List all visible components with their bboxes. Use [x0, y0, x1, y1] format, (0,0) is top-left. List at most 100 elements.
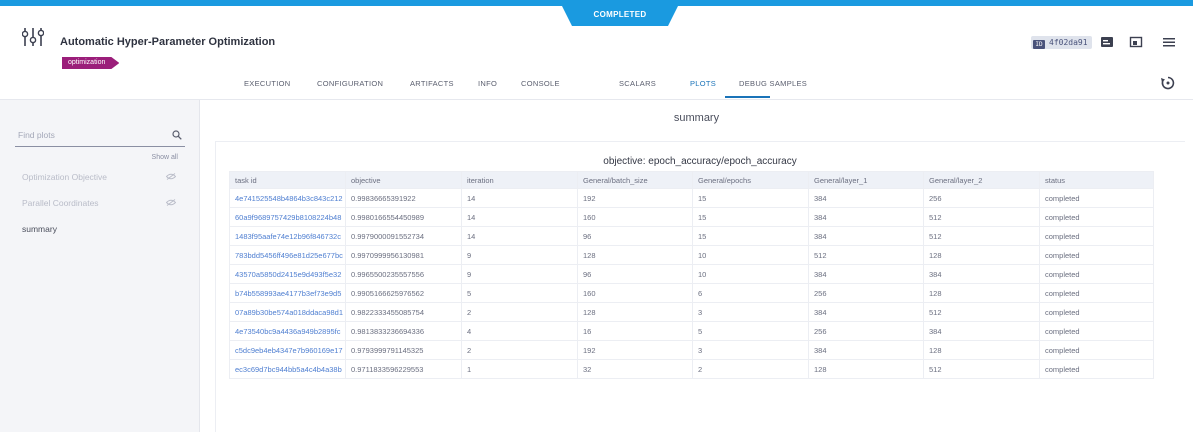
iteration-cell: 4 [461, 321, 578, 341]
table-title: objective: epoch_accuracy/epoch_accuracy [603, 156, 797, 167]
objective-cell: 0.99836665391922 [345, 188, 462, 208]
table-row: 1483f95aafe74e12b96f846732c 0.99790000915… [229, 226, 1154, 246]
objective-cell: 0.9793999791145325 [345, 340, 462, 360]
objective-cell: 0.9979000091552734 [345, 226, 462, 246]
column-header-task-id[interactable]: task id [229, 171, 346, 189]
table-row: c5dc9eb4eb4347e7b960169e17 0.979399979114… [229, 340, 1154, 360]
epochs-cell: 2 [692, 359, 809, 379]
column-header-layer-2[interactable]: General/layer_2 [923, 171, 1040, 189]
status-badge-label: COMPLETED [593, 10, 647, 19]
layer-1-cell: 384 [808, 188, 924, 208]
summary-table: task id objective iteration General/batc… [229, 171, 1154, 379]
summary-table-body: 4e741525548b4864b3c843c212 0.998366653919… [229, 188, 1154, 379]
iteration-cell: 14 [461, 226, 578, 246]
layer-2-cell: 256 [923, 188, 1040, 208]
batch-size-cell: 32 [577, 359, 693, 379]
tab-debug-samples[interactable]: DEBUG SAMPLES [739, 79, 807, 88]
hidden-eye-icon[interactable] [165, 199, 177, 208]
column-header-epochs[interactable]: General/epochs [692, 171, 809, 189]
layer-2-cell: 128 [923, 340, 1040, 360]
tab-scalars[interactable]: SCALARS [619, 79, 656, 88]
sidebar-item-summary[interactable]: summary [22, 224, 57, 234]
batch-size-cell: 160 [577, 283, 693, 303]
task-id-link[interactable]: ec3c69d7bc944bb5a4c4b4a38b [229, 359, 346, 379]
task-id-link[interactable]: b74b558993ae4177b3ef73e9d5 [229, 283, 346, 303]
status-cell: completed [1039, 321, 1154, 341]
show-all-link[interactable]: Show all [150, 154, 178, 161]
status-cell: completed [1039, 188, 1154, 208]
task-id-link[interactable]: 783bdd5456ff496e81d25e677bc [229, 245, 346, 265]
search-icon [172, 130, 182, 140]
layer-2-cell: 512 [923, 359, 1040, 379]
table-row: 783bdd5456ff496e81d25e677bc 0.99709999561… [229, 245, 1154, 265]
layer-2-cell: 128 [923, 283, 1040, 303]
task-id-link[interactable]: 43570a5850d2415e9d493f5e32 [229, 264, 346, 284]
table-row: 4e73540bc9a4436a949b2895fc 0.981383323669… [229, 321, 1154, 341]
iteration-cell: 14 [461, 207, 578, 227]
table-row: 4e741525548b4864b3c843c212 0.998366653919… [229, 188, 1154, 208]
active-tab-indicator [725, 96, 770, 98]
iteration-cell: 2 [461, 302, 578, 322]
maximize-panel-icon[interactable] [1129, 35, 1143, 49]
info-panel-icon[interactable] [1100, 35, 1114, 49]
task-id-link[interactable]: 60a9f9689757429b8108224b48 [229, 207, 346, 227]
task-id-badge[interactable]: ID 4f02da91 [1031, 36, 1092, 49]
column-header-iteration[interactable]: iteration [461, 171, 578, 189]
epochs-cell: 15 [692, 226, 809, 246]
sidebar-item-optimization-objective[interactable]: Optimization Objective [22, 172, 107, 182]
layer-2-cell: 512 [923, 302, 1040, 322]
search-plots-input[interactable]: Find plots [15, 127, 185, 147]
plot-section-title: summary [673, 112, 720, 124]
task-tag[interactable]: optimization [62, 57, 119, 69]
table-row: 07a89b30be574a018ddaca98d1 0.982233345508… [229, 302, 1154, 322]
tab-execution[interactable]: EXECUTION [244, 79, 290, 88]
batch-size-cell: 160 [577, 207, 693, 227]
menu-icon[interactable] [1162, 35, 1176, 49]
task-id-link[interactable]: c5dc9eb4eb4347e7b960169e17 [229, 340, 346, 360]
column-header-layer-1[interactable]: General/layer_1 [808, 171, 924, 189]
layer-1-cell: 384 [808, 302, 924, 322]
epochs-cell: 5 [692, 321, 809, 341]
tab-console[interactable]: CONSOLE [521, 79, 560, 88]
status-cell: completed [1039, 302, 1154, 322]
epochs-cell: 3 [692, 340, 809, 360]
batch-size-cell: 128 [577, 302, 693, 322]
column-header-status[interactable]: status [1039, 171, 1154, 189]
tab-info[interactable]: INFO [478, 79, 497, 88]
task-id-link[interactable]: 1483f95aafe74e12b96f846732c [229, 226, 346, 246]
layer-1-cell: 384 [808, 264, 924, 284]
task-id-link[interactable]: 4e741525548b4864b3c843c212 [229, 188, 346, 208]
sidebar-item-parallel-coordinates[interactable]: Parallel Coordinates [22, 198, 99, 208]
tab-artifacts[interactable]: ARTIFACTS [410, 79, 454, 88]
table-row: 60a9f9689757429b8108224b48 0.998016655445… [229, 207, 1154, 227]
tab-plots[interactable]: PLOTS [690, 79, 716, 88]
objective-cell: 0.9711833596229553 [345, 359, 462, 379]
task-id-link[interactable]: 07a89b30be574a018ddaca98d1 [229, 302, 346, 322]
column-header-batch-size[interactable]: General/batch_size [577, 171, 693, 189]
iteration-cell: 1 [461, 359, 578, 379]
id-icon: ID [1033, 40, 1045, 49]
tab-configuration[interactable]: CONFIGURATION [317, 79, 383, 88]
column-header-objective[interactable]: objective [345, 171, 462, 189]
status-cell: completed [1039, 226, 1154, 246]
table-row: 43570a5850d2415e9d493f5e32 0.996550023555… [229, 264, 1154, 284]
batch-size-cell: 96 [577, 226, 693, 246]
epochs-cell: 6 [692, 283, 809, 303]
task-id-link[interactable]: 4e73540bc9a4436a949b2895fc [229, 321, 346, 341]
epochs-cell: 3 [692, 302, 809, 322]
hidden-eye-icon[interactable] [165, 173, 177, 182]
epochs-cell: 10 [692, 264, 809, 284]
batch-size-cell: 96 [577, 264, 693, 284]
task-title: Automatic Hyper-Parameter Optimization [60, 36, 276, 48]
objective-cell: 0.9970999956130981 [345, 245, 462, 265]
status-cell: completed [1039, 340, 1154, 360]
auto-refresh-icon[interactable] [1160, 75, 1176, 96]
layer-2-cell: 128 [923, 245, 1040, 265]
epochs-cell: 10 [692, 245, 809, 265]
iteration-cell: 2 [461, 340, 578, 360]
status-cell: completed [1039, 245, 1154, 265]
status-badge: COMPLETED [562, 6, 678, 26]
epochs-cell: 15 [692, 188, 809, 208]
table-row: ec3c69d7bc944bb5a4c4b4a38b 0.971183359622… [229, 359, 1154, 379]
objective-cell: 0.9813833236694336 [345, 321, 462, 341]
